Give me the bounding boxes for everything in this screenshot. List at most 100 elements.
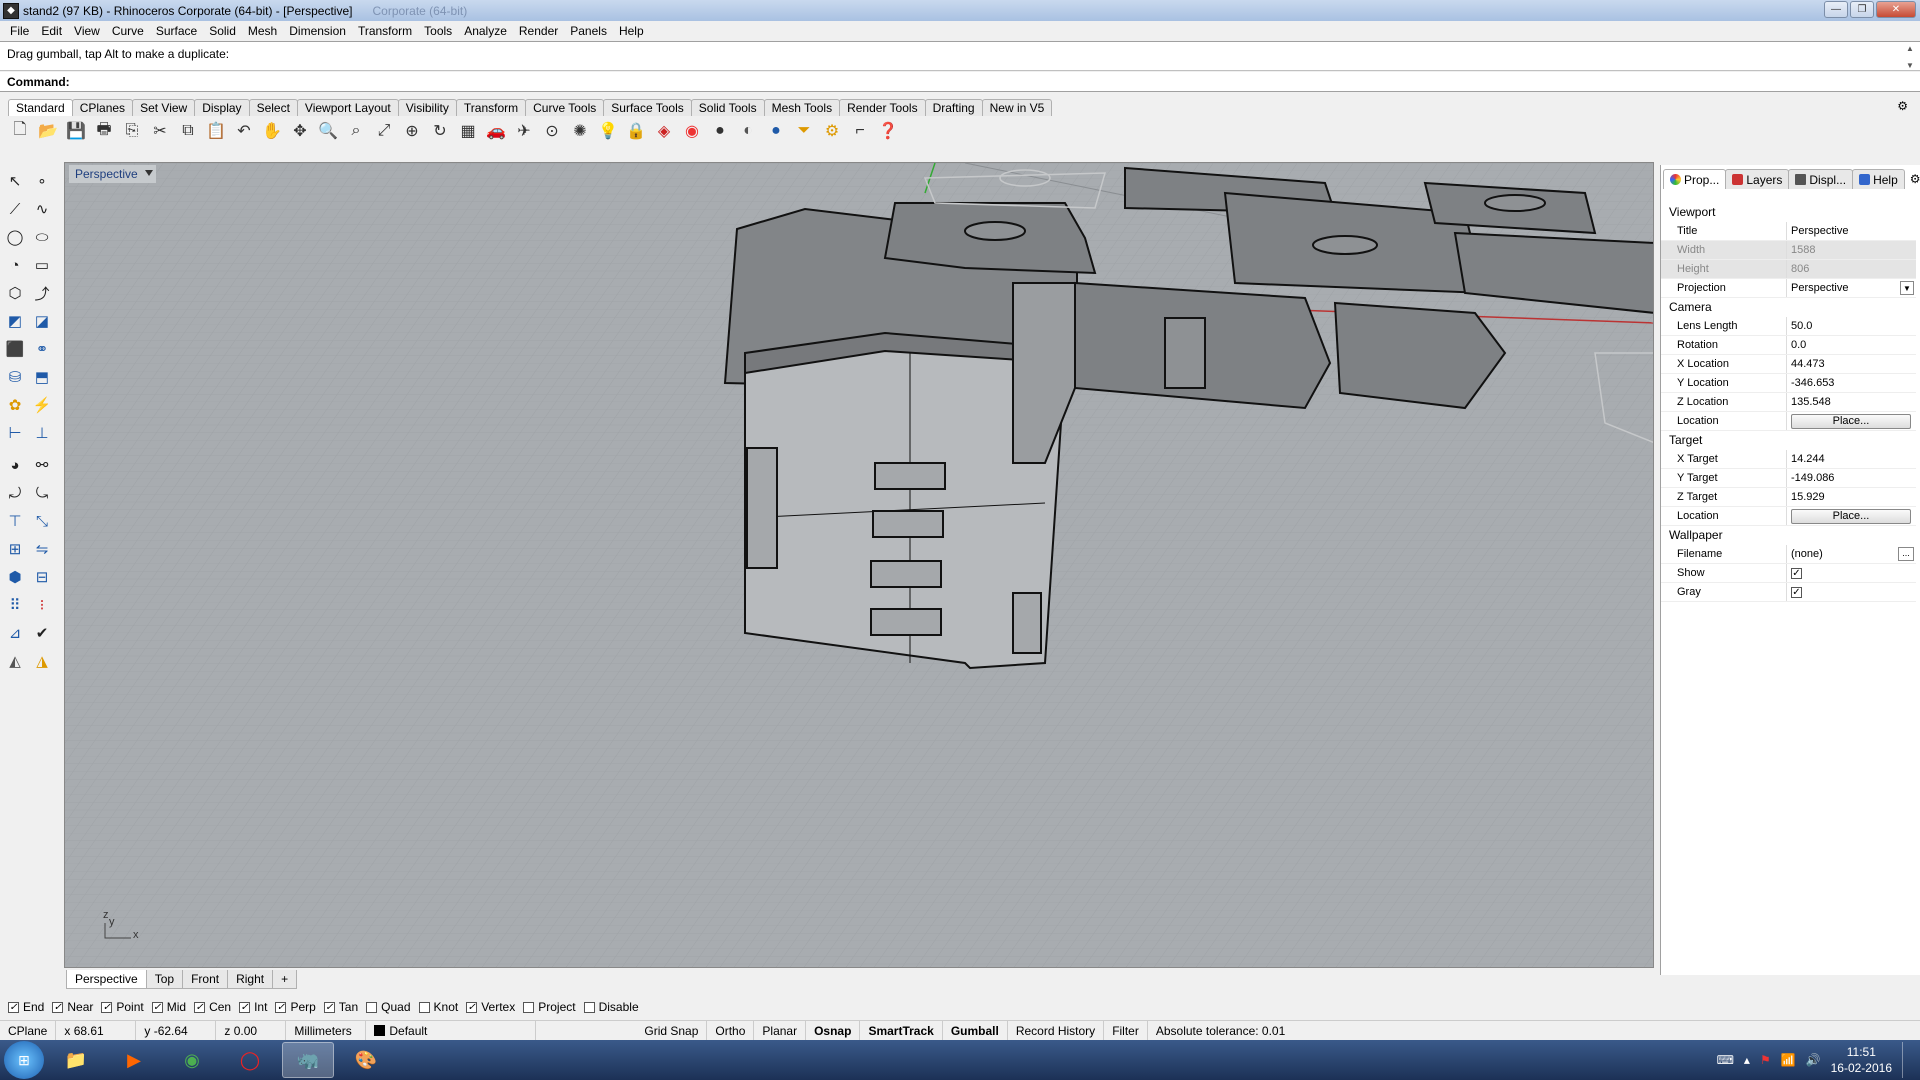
paint-taskbar-icon[interactable]: 🎨 xyxy=(340,1042,392,1078)
color-wheel-icon[interactable]: ◉ xyxy=(680,119,704,143)
copy-icon[interactable]: ⧉ xyxy=(176,119,200,143)
menu-view[interactable]: View xyxy=(68,24,106,38)
browse-button[interactable]: ... xyxy=(1898,547,1914,561)
smarttrack-toggle[interactable]: SmartTrack xyxy=(860,1020,943,1041)
tab-transform[interactable]: Transform xyxy=(455,99,527,116)
tab-mesh-tools[interactable]: Mesh Tools xyxy=(763,99,841,116)
osnap-cen[interactable]: ✓ Cen xyxy=(194,1000,231,1014)
menu-edit[interactable]: Edit xyxy=(35,24,68,38)
new-icon[interactable]: 🗋 xyxy=(8,119,32,143)
opera-taskbar-icon[interactable]: ◯ xyxy=(224,1042,276,1078)
clock[interactable]: 11:51 16-02-2016 xyxy=(1831,1044,1892,1076)
minimize-button[interactable]: — xyxy=(1824,1,1848,18)
tray-expand-icon[interactable]: ▴ xyxy=(1744,1053,1750,1067)
z-location-field[interactable]: 135.548 xyxy=(1786,393,1916,411)
solid-box-icon[interactable]: ⬢ xyxy=(3,565,27,589)
osnap-int[interactable]: ✓ Int xyxy=(239,1000,267,1014)
shaded-sphere-icon[interactable]: ◐ xyxy=(736,119,760,143)
osnap-toggle[interactable]: Osnap xyxy=(806,1020,861,1041)
planar-toggle[interactable]: Planar xyxy=(754,1020,807,1041)
menu-file[interactable]: File xyxy=(4,24,35,38)
sphere-icon[interactable]: ● xyxy=(708,119,732,143)
lock-icon[interactable]: 🔒 xyxy=(624,119,648,143)
tab-select[interactable]: Select xyxy=(248,99,298,116)
render-sphere-icon[interactable]: ● xyxy=(764,119,788,143)
trim-icon[interactable]: ⤿ xyxy=(30,481,54,505)
zoom-selected-icon[interactable]: ⊕ xyxy=(400,119,424,143)
open-icon[interactable]: 📂 xyxy=(36,119,60,143)
osnap-point-checkbox[interactable]: ✓ xyxy=(101,1001,113,1013)
tab-visibility[interactable]: Visibility xyxy=(397,99,457,116)
panel-tab-help[interactable]: Help xyxy=(1852,169,1905,189)
menu-panels[interactable]: Panels xyxy=(564,24,613,38)
text-tool-icon[interactable]: ⊥ xyxy=(30,421,54,445)
status-cplane[interactable]: CPlane xyxy=(0,1020,57,1041)
osnap-project-checkbox[interactable] xyxy=(523,1001,535,1013)
show-checkbox[interactable]: ✓ xyxy=(1791,568,1802,579)
lightbulb-icon[interactable]: 💡 xyxy=(596,119,620,143)
point-icon[interactable]: ⊙ xyxy=(540,119,564,143)
rotation-field[interactable]: 0.0 xyxy=(1786,336,1916,354)
osnap-perp[interactable]: ✓ Perp xyxy=(275,1000,316,1014)
vp-tab-front[interactable]: Front xyxy=(182,970,229,989)
osnap-quad[interactable]: Quad xyxy=(366,1000,411,1014)
volume-icon[interactable]: 🔊 xyxy=(1806,1053,1821,1067)
arc-icon[interactable]: ◔ xyxy=(3,253,27,277)
camera-place-button[interactable]: Place... xyxy=(1791,414,1911,429)
menu-render[interactable]: Render xyxy=(513,24,564,38)
rhino-taskbar-icon[interactable]: 🦏 xyxy=(282,1042,334,1078)
light-icon[interactable]: ⚡ xyxy=(30,393,54,417)
explorer-taskbar-icon[interactable]: 📁 xyxy=(50,1042,102,1078)
viewport-title-tab[interactable]: Perspective xyxy=(69,165,156,183)
mesh-icon[interactable]: ✿ xyxy=(3,393,27,417)
osnap-disable[interactable]: Disable xyxy=(583,1000,639,1014)
extrude-icon[interactable]: ⬒ xyxy=(30,365,54,389)
material-icon[interactable]: ◮ xyxy=(30,649,54,673)
select-arrow-icon[interactable]: ↖ xyxy=(3,169,27,193)
panel-tab-display[interactable]: Displ... xyxy=(1788,169,1854,189)
gray-checkbox[interactable]: ✓ xyxy=(1791,587,1802,598)
osnap-perp-checkbox[interactable]: ✓ xyxy=(275,1001,287,1013)
osnap-knot-checkbox[interactable] xyxy=(418,1001,430,1013)
help-icon[interactable]: ❓ xyxy=(876,119,900,143)
rotate-view-icon[interactable]: ✥ xyxy=(288,119,312,143)
mirror-icon[interactable]: ⇋ xyxy=(30,537,54,561)
array-icon[interactable]: ⊞ xyxy=(3,537,27,561)
vp-tab-add[interactable]: + xyxy=(272,970,298,989)
osnap-vertex[interactable]: ✓ Vertex xyxy=(466,1000,515,1014)
circle-icon[interactable]: ◯ xyxy=(3,225,27,249)
plane-icon[interactable]: ✈ xyxy=(512,119,536,143)
z-target-field[interactable]: 15.929 xyxy=(1786,488,1916,506)
osnap-end[interactable]: ✓ End xyxy=(8,1000,44,1014)
osnap-mid-checkbox[interactable]: ✓ xyxy=(151,1001,163,1013)
network-icon[interactable]: 📶 xyxy=(1781,1053,1796,1067)
status-units[interactable]: Millimeters xyxy=(286,1020,367,1041)
viewport-menu-arrow-icon[interactable] xyxy=(144,170,153,176)
toolbar-settings-icon[interactable]: ⚙ xyxy=(1890,98,1915,114)
osnap-near[interactable]: ✓ Near xyxy=(52,1000,93,1014)
dimension-tool-icon[interactable]: ⊢ xyxy=(3,421,27,445)
polygon-icon[interactable]: ⬡ xyxy=(3,281,27,305)
save-icon[interactable]: 💾 xyxy=(64,119,88,143)
osnap-mid[interactable]: ✓ Mid xyxy=(151,1000,186,1014)
zoom-window-icon[interactable]: ⌕ xyxy=(344,119,368,143)
osnap-cen-checkbox[interactable]: ✓ xyxy=(194,1001,206,1013)
tab-drafting[interactable]: Drafting xyxy=(924,99,983,116)
cylinder-icon[interactable]: ⛁ xyxy=(3,365,27,389)
menu-mesh[interactable]: Mesh xyxy=(242,24,283,38)
point-tool-icon[interactable]: ∘ xyxy=(30,169,54,193)
curve-tool-icon[interactable]: ✺ xyxy=(568,119,592,143)
action-center-icon[interactable]: ⚑ xyxy=(1760,1053,1771,1067)
tab-cplanes[interactable]: CPlanes xyxy=(71,99,134,116)
menu-curve[interactable]: Curve xyxy=(106,24,150,38)
osnap-tan[interactable]: ✓ Tan xyxy=(323,1000,358,1014)
menu-surface[interactable]: Surface xyxy=(150,24,203,38)
print-icon[interactable]: 🖶 xyxy=(92,119,116,143)
projection-dropdown[interactable]: Perspective ▼ xyxy=(1786,279,1916,297)
tab-viewport-layout[interactable]: Viewport Layout xyxy=(296,99,399,116)
ortho-toggle[interactable]: Ortho xyxy=(707,1020,755,1041)
cut-icon[interactable]: ✂ xyxy=(148,119,172,143)
command-history[interactable]: Drag gumball, tap Alt to make a duplicat… xyxy=(0,41,1920,71)
chevron-down-icon[interactable]: ▼ xyxy=(1900,281,1914,295)
layer-icon[interactable]: ◈ xyxy=(652,119,676,143)
